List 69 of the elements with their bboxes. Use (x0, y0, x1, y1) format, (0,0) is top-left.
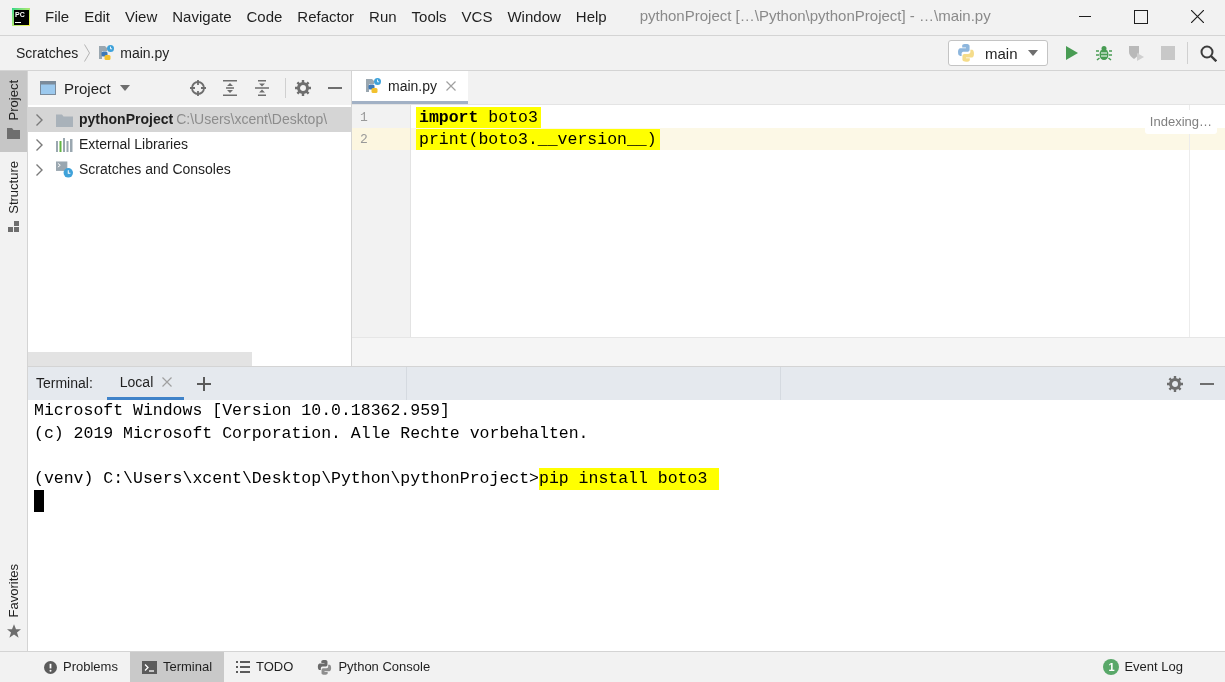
structure-icon (8, 221, 19, 233)
tree-item[interactable]: External Libraries (28, 132, 351, 157)
plus-icon (197, 376, 212, 391)
minimize-icon (328, 87, 342, 89)
close-icon (446, 81, 457, 91)
menu-item[interactable]: Run (369, 8, 397, 24)
python-logo-icon (317, 659, 333, 675)
breadcrumb-link[interactable]: main.py (98, 42, 170, 64)
notification-count-badge: 1 (1103, 659, 1120, 675)
chevron-right-icon (84, 44, 91, 62)
caret-down-icon (1027, 50, 1038, 56)
run-configuration-dropdown[interactable]: main (948, 40, 1048, 66)
collapse-all-icon (255, 80, 269, 96)
gear-icon (1167, 375, 1183, 392)
tool-window-tab[interactable]: Favorites (0, 554, 27, 651)
scrollbar-thumb[interactable] (28, 352, 252, 366)
python-file-icon (365, 78, 381, 94)
maximize-icon (1134, 9, 1148, 24)
terminal-text: Microsoft Windows [Version 10.0.18362.959] (34, 400, 450, 422)
star-icon (6, 624, 21, 638)
scratches-icon (56, 161, 73, 178)
tool-window-tab[interactable]: Project (0, 71, 27, 153)
line-number: 1 (360, 110, 368, 124)
folder-icon (7, 127, 20, 140)
caret-down-icon (119, 85, 130, 91)
expand-all-icon (223, 80, 237, 96)
window-icon (40, 81, 56, 95)
menu-item[interactable]: View (125, 8, 158, 24)
close-icon (162, 377, 173, 387)
crosshair-icon (190, 80, 206, 96)
window-title: pythonProject […\Python\pythonProject] - …\main.py (639, 5, 991, 26)
indexing-status: Indexing… (1144, 110, 1217, 134)
python-logo-icon (957, 44, 975, 62)
terminal-title: Terminal: (36, 374, 93, 393)
tool-window-tab[interactable]: Terminal (129, 652, 225, 682)
menu-item[interactable]: Help (575, 8, 607, 24)
editor-tab[interactable]: main.py (352, 71, 468, 104)
terminal-text: pip install boto3 (539, 467, 720, 490)
tree-item[interactable]: pythonProject C:\Users\xcent\Desktop\ (28, 107, 351, 132)
menu-item[interactable]: Tools (411, 8, 447, 24)
tool-window-tab[interactable]: Structure (0, 152, 27, 246)
event-log-button[interactable]: 1 Event Log (1091, 652, 1195, 682)
warning-circle-icon (44, 660, 57, 674)
menu-item[interactable]: Window (507, 8, 561, 24)
menu-item[interactable]: File (45, 8, 70, 24)
menu-item[interactable]: Refactor (297, 8, 355, 24)
terminal-text: (venv) C:\Users\xcent\Desktop\Python\pythonProject> (34, 467, 539, 490)
line-number: 2 (360, 132, 368, 146)
tool-window-tab[interactable]: Python Console (305, 652, 443, 682)
minimize-icon (1200, 382, 1214, 385)
menu-item[interactable]: VCS (461, 8, 493, 24)
minimize-icon (1079, 16, 1091, 17)
view-selector[interactable]: Project (40, 80, 130, 96)
tree-item[interactable]: Scratches and Consoles (28, 157, 351, 182)
tool-window-tab[interactable]: TODO (224, 652, 306, 682)
python-file-icon (98, 45, 115, 61)
libraries-icon (56, 137, 73, 152)
breadcrumb-link[interactable]: Scratches (16, 42, 79, 64)
menu-item[interactable]: Code (246, 8, 283, 24)
terminal-text: (c) 2019 Microsoft Corporation. Alle Rechte vorbehalten. (34, 422, 589, 445)
menu-item[interactable]: Edit (84, 8, 111, 24)
terminal-icon (141, 660, 157, 674)
menu-item[interactable]: Navigate (172, 8, 232, 24)
list-icon (236, 661, 251, 673)
gear-icon (295, 80, 311, 96)
text-cursor-icon (34, 490, 44, 512)
folder-icon (56, 112, 73, 127)
tool-window-tab[interactable]: Problems (32, 652, 130, 682)
close-icon (1190, 10, 1204, 23)
